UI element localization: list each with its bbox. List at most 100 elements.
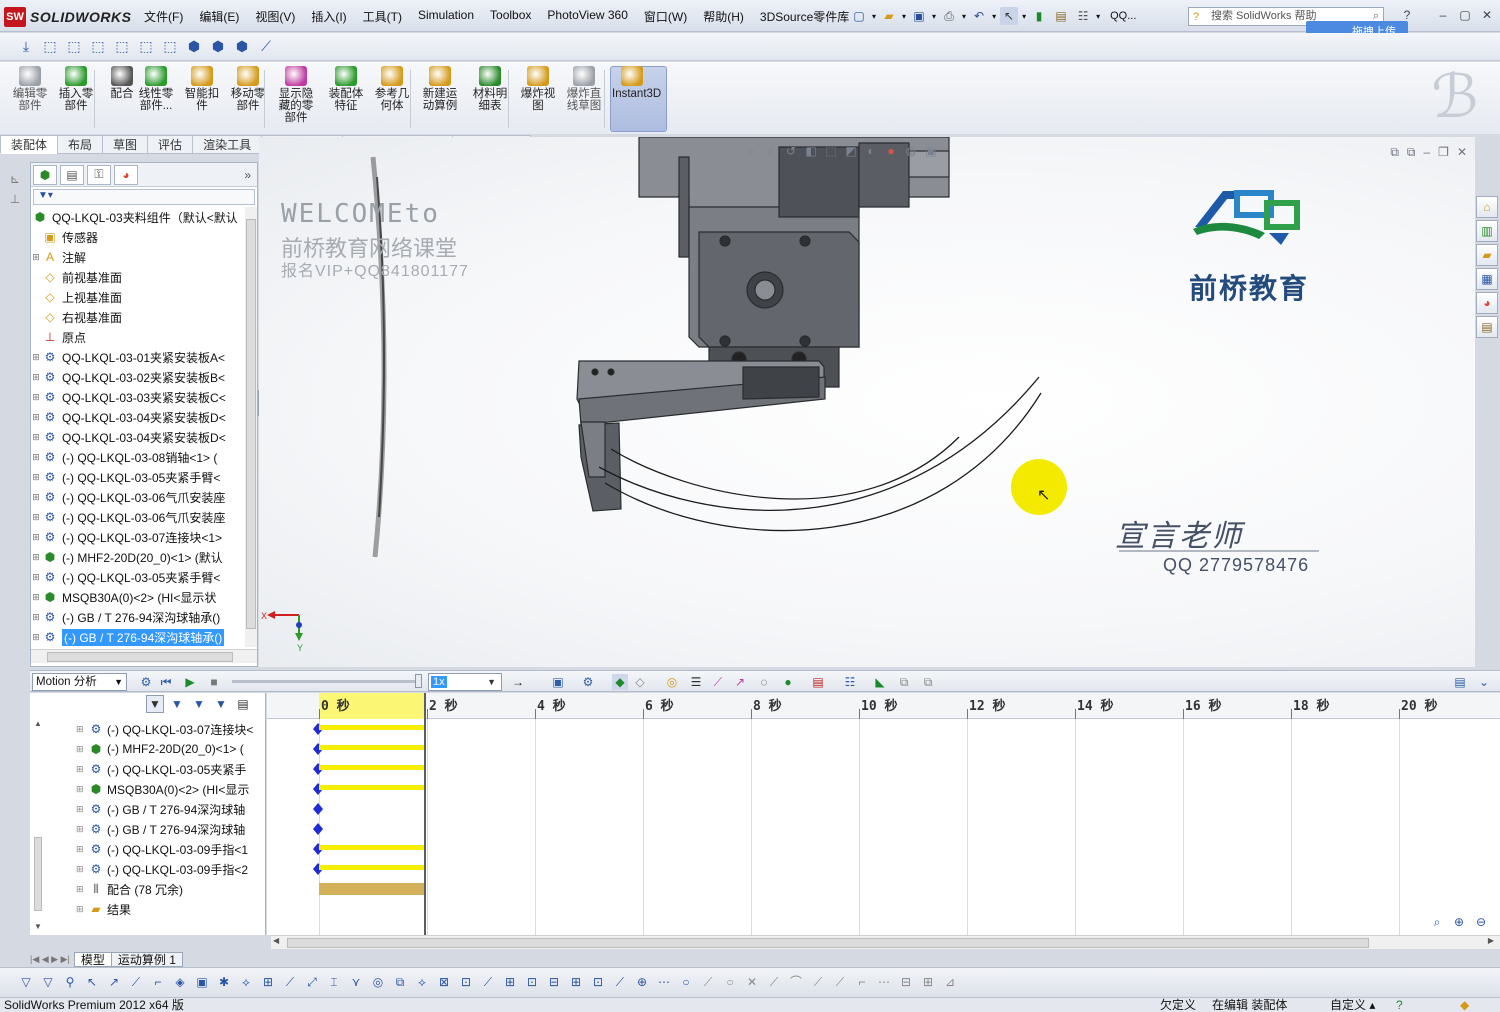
display-style-icon[interactable]: ◩ [843, 143, 859, 159]
selection-filter-icon[interactable]: ○ [678, 974, 694, 990]
tree-item[interactable]: ⊞ ⚙ QQ-LKQL-03-04夹紧安装板D< [31, 407, 245, 427]
tree-item[interactable]: ⊞ ⬢ (-) MHF2-20D(20_0)<1> (默认 [31, 547, 245, 567]
expand-icon[interactable]: ⊞ [31, 532, 41, 543]
command-button[interactable]: Instant3D [612, 66, 661, 100]
expand-icon[interactable]: ⊞ [76, 844, 88, 855]
select-icon[interactable]: ↖ [1000, 7, 1019, 25]
command-button[interactable]: 显示隐 藏的零 部件 [276, 66, 316, 124]
motion-tree-item[interactable]: ⊞ ⚙ (-) GB / T 276-94深沟球轴 [76, 819, 253, 839]
selection-filter-icon[interactable]: ✕ [744, 974, 760, 990]
selection-filter-icon[interactable]: ⊞ [260, 974, 276, 990]
expand-icon[interactable]: ⊞ [31, 492, 41, 503]
zoom-in-icon[interactable]: ⊕ [1450, 913, 1468, 931]
options-icon[interactable]: ☷ [1074, 7, 1092, 25]
tree-horizontal-scrollbar[interactable] [31, 649, 257, 663]
filter-results-icon[interactable]: ▼ [212, 695, 230, 713]
tree-item[interactable]: ⊞ ⚙ (-) QQ-LKQL-03-06气爪安装座 [31, 507, 245, 527]
command-button[interactable]: 参考几 何体 [372, 66, 412, 112]
normal-to-icon[interactable]: ⤓ [16, 37, 36, 57]
expand-icon[interactable]: ⊞ [76, 764, 88, 775]
add-key-icon[interactable]: ◇ [632, 674, 648, 690]
restore-icon[interactable]: ▢ [1458, 8, 1472, 22]
study-type-select[interactable]: Motion 分析 ▼ [32, 673, 127, 691]
selection-filter-icon[interactable]: ⊟ [898, 974, 914, 990]
back-view-icon[interactable]: ⬚ [64, 37, 84, 57]
command-tab[interactable]: 布局 [57, 135, 104, 154]
save-animation-icon[interactable]: ▣ [550, 674, 566, 690]
selection-filter-icon[interactable]: ⟋ [700, 974, 716, 990]
menu-item[interactable]: 编辑(E) [191, 8, 247, 25]
hide-show-icon[interactable]: ◐ [863, 143, 879, 159]
animation-wizard-icon[interactable]: ⚙ [580, 674, 596, 690]
tree-item[interactable]: ⊞ ⚙ (-) QQ-LKQL-03-06气爪安装座 [31, 487, 245, 507]
selection-filter-icon[interactable]: ⊕ [634, 974, 650, 990]
selection-filter-icon[interactable]: ⊡ [590, 974, 606, 990]
stop-icon[interactable]: ■ [206, 674, 222, 690]
playback-slider[interactable] [232, 674, 422, 688]
right-view-icon[interactable]: ⬚ [112, 37, 132, 57]
menu-item[interactable]: Simulation [410, 8, 482, 25]
menu-item[interactable]: 3DSource零件库 [752, 8, 857, 25]
command-tab[interactable]: 渲染工具 [192, 135, 263, 154]
expand-icon[interactable]: ⊞ [31, 452, 41, 463]
view-orientation-icon[interactable]: ⬚ [823, 143, 839, 159]
selection-filter-icon[interactable]: ⟋ [128, 974, 144, 990]
viewport-split-icon[interactable]: ⧉ [1407, 145, 1416, 160]
expand-icon[interactable]: ⊞ [76, 824, 88, 835]
design-library-icon[interactable]: ▥ [1476, 220, 1498, 242]
link-views-icon[interactable]: ⟋ [256, 37, 276, 57]
expand-icon[interactable]: ⊞ [76, 724, 88, 735]
motion-tree-item[interactable]: ⊞ ⚙ (-) QQ-LKQL-03-09手指<2 [76, 859, 253, 879]
status-help-icon[interactable]: ? [1396, 998, 1403, 1012]
motion-timeline[interactable]: 0 秒2 秒4 秒6 秒8 秒 10 秒 12 秒 14 秒 16 秒 18 秒 20 秒 … [267, 693, 1500, 949]
motion-tree-scrollbar[interactable]: ▲ ▼ [32, 719, 44, 931]
edit-appearance-icon[interactable]: ● [883, 143, 899, 159]
menu-item[interactable]: 窗口(W) [636, 8, 695, 25]
expand-icon[interactable]: ⊞ [31, 632, 41, 643]
save-icon[interactable]: ▣ [910, 7, 928, 25]
expand-icon[interactable]: ⊞ [76, 864, 88, 875]
tree-item[interactable]: ▣ 传感器 [31, 227, 245, 247]
viewport-close-icon[interactable]: ✕ [1457, 145, 1467, 160]
appearances-icon[interactable]: ◕ [1476, 292, 1498, 314]
zoom-to-fit-icon[interactable]: ⌕ [743, 143, 759, 159]
scroll-thumb[interactable] [47, 652, 233, 662]
selection-filter-icon[interactable]: ⟡ [414, 974, 430, 990]
previous-view-icon[interactable]: ↺ [783, 143, 799, 159]
time-cursor[interactable] [424, 693, 426, 935]
display-manager-tab-icon[interactable]: ◕ [114, 164, 138, 185]
selection-filter-icon[interactable]: ⊞ [920, 974, 936, 990]
scroll-thumb[interactable] [287, 938, 1369, 948]
motion-tree-item[interactable]: ⊞ ▰ 结果 [76, 899, 253, 919]
feature-manager-tab-icon[interactable]: ⬢ [33, 164, 57, 185]
keyframe-diamond[interactable] [313, 803, 323, 815]
dimetric-view-icon[interactable]: ⬢ [232, 37, 252, 57]
selection-filter-icon[interactable]: ⌒ [788, 974, 804, 990]
left-view-icon[interactable]: ⬚ [88, 37, 108, 57]
tree-item[interactable]: ◇ 前视基准面 [31, 267, 245, 287]
damper-icon[interactable]: ⟋ [710, 674, 726, 690]
command-button[interactable]: 爆炸视图 [518, 66, 558, 112]
tree-item[interactable]: ⊞ ⚙ (-) QQ-LKQL-03-05夹紧手臂< [31, 467, 245, 487]
menu-item[interactable]: 视图(V) [247, 8, 303, 25]
selection-filter-icon[interactable]: ⟋ [480, 974, 496, 990]
apply-scene-icon[interactable]: ◍ [903, 143, 919, 159]
expand-icon[interactable]: ⊞ [76, 744, 88, 755]
gravity-icon[interactable]: ● [780, 674, 796, 690]
viewport-minimize-icon[interactable]: – [1423, 145, 1430, 160]
bottom-view-icon[interactable]: ⬚ [160, 37, 180, 57]
status-units[interactable]: 自定义 ▴ [1330, 998, 1375, 1012]
expand-icon[interactable]: ⊞ [76, 904, 88, 915]
selection-filter-icon[interactable]: ▽ [18, 974, 34, 990]
selection-filter-icon[interactable]: ▣ [194, 974, 210, 990]
command-button[interactable]: 编辑零 部件 [10, 66, 50, 112]
zoom-out-icon[interactable]: ⊖ [1472, 913, 1490, 931]
file-explorer-icon[interactable]: ▰ [1476, 244, 1498, 266]
selection-filter-icon[interactable]: ⌐ [854, 974, 870, 990]
selection-filter-icon[interactable]: ⟋ [282, 974, 298, 990]
timeline-change-bar[interactable] [319, 745, 425, 750]
selection-filter-icon[interactable]: ⌐ [150, 974, 166, 990]
rebuild-icon[interactable]: ▮ [1030, 7, 1048, 25]
isometric-view-icon[interactable]: ⬢ [184, 37, 204, 57]
new-document-icon[interactable]: ▢ [850, 7, 868, 25]
